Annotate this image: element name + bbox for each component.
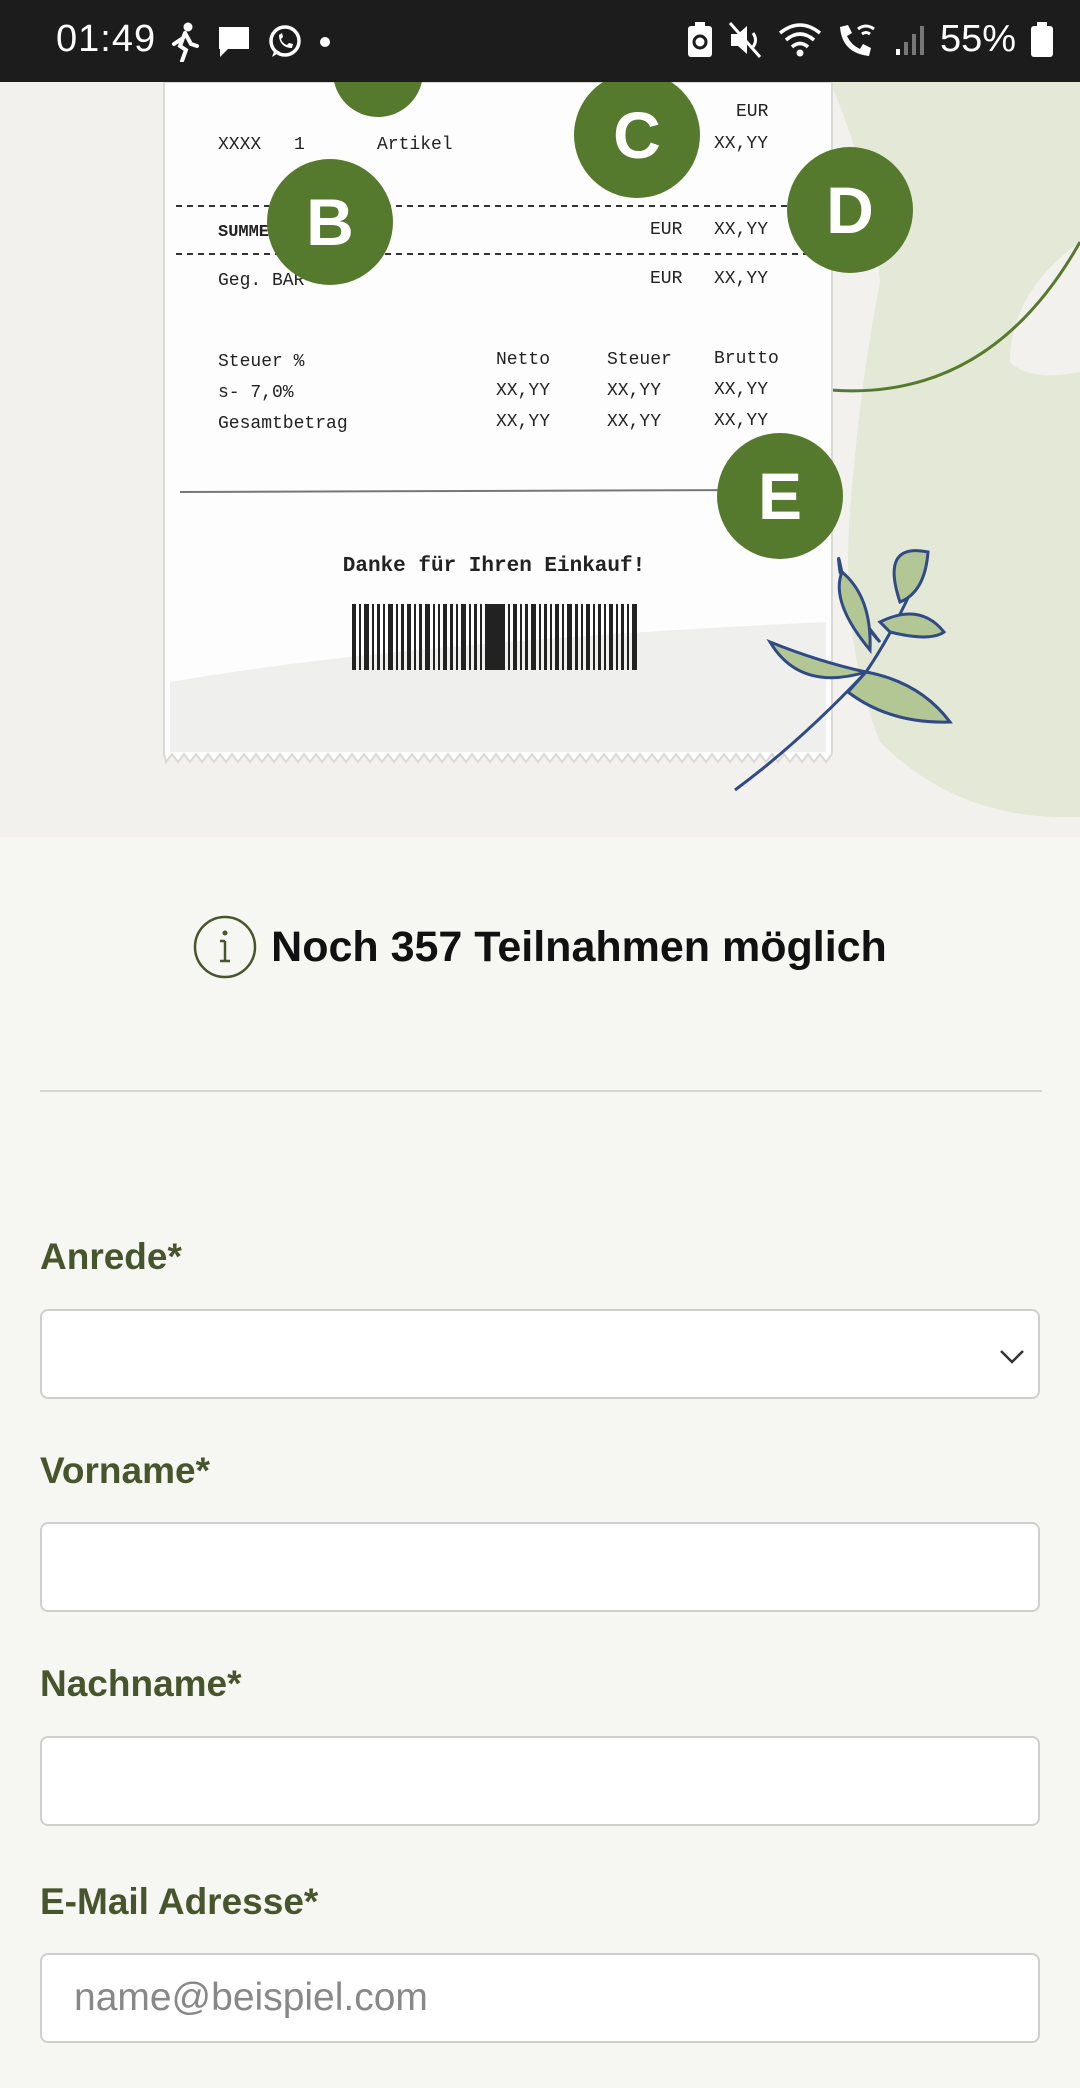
system-icons: 55%	[686, 18, 1054, 61]
receipt-tax-row-3: XX,YY	[714, 380, 768, 400]
receipt-tax-header-1: Netto	[496, 350, 550, 370]
receipt-sum-currency: EUR	[650, 220, 683, 240]
receipt-sum-label: SUMME	[218, 223, 269, 242]
mute-icon	[728, 21, 762, 58]
last-name-input[interactable]	[42, 1738, 1038, 1824]
participation-info: Noch 357 Teilnahmen möglich	[0, 912, 1080, 982]
first-name-input[interactable]	[42, 1524, 1038, 1610]
marker-e: E	[717, 433, 843, 559]
salutation-value[interactable]	[42, 1311, 1038, 1397]
status-bar: 01:49 55%	[0, 0, 1080, 82]
marker-b: B	[267, 159, 393, 285]
first-name-label: Vorname*	[40, 1450, 210, 1491]
receipt-illustration: EUR XXXX 1 Artikel XX,YY SUMME EUR XX,YY…	[0, 82, 1080, 837]
receipt-tax-row-0: s- 7,0%	[218, 383, 294, 403]
salutation-select[interactable]	[40, 1309, 1040, 1399]
wifi-call-icon	[839, 24, 875, 56]
receipt-paid-label: Geg. BAR	[218, 271, 305, 291]
notification-icons	[168, 20, 332, 64]
receipt-tax-row-2: XX,YY	[607, 381, 661, 401]
email-label: E-Mail Adresse*	[40, 1881, 319, 1922]
receipt-tax-header-0: Steuer %	[218, 352, 305, 372]
battery-saver-icon	[687, 21, 712, 57]
svg-text:C: C	[613, 98, 661, 172]
receipt-thanks: Danke für Ihren Einkauf!	[343, 555, 645, 578]
receipt-total-row-0: Gesamtbetrag	[218, 414, 348, 434]
section-divider	[40, 1090, 1042, 1092]
receipt-item-qty: 1	[294, 135, 305, 155]
receipt-total-row-3: XX,YY	[714, 411, 768, 431]
svg-text:D: D	[826, 173, 874, 247]
last-name-field[interactable]	[40, 1736, 1040, 1826]
first-name-field[interactable]	[40, 1522, 1040, 1612]
signal-icon	[895, 25, 924, 55]
email-input[interactable]	[42, 1955, 1038, 2041]
receipt-currency-header: EUR	[736, 102, 769, 122]
receipt-sum-value: XX,YY	[714, 220, 768, 240]
email-field[interactable]	[40, 1953, 1040, 2043]
dot-icon	[320, 37, 330, 47]
receipt-item-label: Artikel	[377, 135, 453, 155]
receipt-total-row-1: XX,YY	[496, 412, 550, 432]
receipt-paid-value: XX,YY	[714, 269, 768, 289]
svg-text:E: E	[758, 459, 802, 533]
receipt-paid-currency: EUR	[650, 269, 683, 289]
wifi-icon	[778, 22, 822, 56]
receipt-tax-header-2: Steuer	[607, 350, 672, 370]
walking-icon	[172, 22, 199, 62]
receipt-tax-row-1: XX,YY	[496, 381, 550, 401]
chevron-down-icon	[1000, 1350, 1024, 1364]
battery-percent: 55%	[939, 18, 1016, 60]
receipt-item-value: XX,YY	[714, 134, 768, 154]
whatsapp-icon	[269, 25, 301, 57]
salutation-label: Anrede*	[40, 1236, 182, 1277]
receipt-tax-header-3: Brutto	[714, 349, 779, 369]
receipt-total-row-2: XX,YY	[607, 412, 661, 432]
message-icon	[219, 27, 249, 57]
status-time: 01:49	[56, 18, 157, 60]
battery-icon	[1031, 21, 1053, 57]
receipt-item-code: XXXX	[218, 135, 261, 155]
last-name-label: Nachname*	[40, 1663, 242, 1704]
info-icon	[193, 915, 257, 979]
participation-count-text: Noch 357 Teilnahmen möglich	[271, 922, 887, 971]
marker-d: D	[787, 147, 913, 273]
svg-text:B: B	[306, 185, 354, 259]
